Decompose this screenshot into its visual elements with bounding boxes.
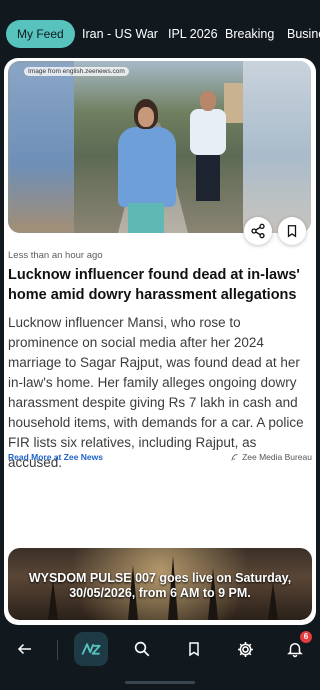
tab-my-feed[interactable]: My Feed	[6, 20, 75, 48]
gesture-handle	[125, 681, 195, 684]
article-summary: Lucknow influencer Mansi, who rose to pr…	[8, 315, 304, 470]
notifications-icon	[287, 643, 303, 658]
bottom-navigation: 6	[0, 626, 320, 690]
article-image: Image from english.zeenews.com	[8, 61, 311, 233]
bookmark-icon	[287, 225, 297, 238]
image-blur-right	[243, 61, 311, 233]
share-icon	[251, 223, 265, 239]
image-blur-left	[8, 61, 76, 233]
article-card[interactable]: Image from english.zeenews.com Less than…	[4, 58, 316, 625]
source-label: Zee Media Bureau	[242, 452, 312, 462]
article-source: Zee Media Bureau	[230, 452, 312, 462]
app-logo-icon	[81, 643, 101, 655]
image-woman	[116, 99, 178, 233]
back-icon	[17, 643, 31, 655]
read-more-link[interactable]: Read More at Zee News	[8, 452, 103, 462]
tab-iran-us-war[interactable]: Iran - US War	[82, 20, 158, 48]
settings-icon	[237, 641, 253, 657]
tab-ipl-2026[interactable]: IPL 2026	[168, 20, 218, 48]
home-button[interactable]	[74, 632, 108, 666]
bookmark-icon	[189, 642, 199, 657]
settings-button[interactable]	[228, 632, 262, 666]
feather-icon	[231, 453, 238, 461]
nav-divider	[57, 640, 58, 660]
bookmarks-button[interactable]	[177, 632, 211, 666]
search-button[interactable]	[125, 632, 159, 666]
article-timestamp: Less than an hour ago	[8, 250, 103, 261]
article-headline[interactable]: Lucknow influencer found dead at in-laws…	[8, 265, 310, 305]
tab-breaking[interactable]: Breaking	[225, 20, 274, 48]
share-button[interactable]	[244, 217, 272, 245]
back-button[interactable]	[8, 632, 42, 666]
image-man	[188, 91, 228, 201]
promo-banner[interactable]: WYSDOM PULSE 007 goes live on Saturday, …	[8, 548, 312, 620]
category-tab-bar: My Feed Iran - US War IPL 2026 Breaking …	[0, 0, 320, 62]
search-icon	[134, 641, 150, 657]
image-credit: Image from english.zeenews.com	[24, 67, 129, 76]
bookmark-article-button[interactable]	[278, 217, 306, 245]
tab-business[interactable]: Busine	[287, 20, 320, 48]
notification-count-badge: 6	[300, 631, 312, 643]
notifications-button[interactable]: 6	[278, 631, 312, 666]
promo-text: WYSDOM PULSE 007 goes live on Saturday, …	[28, 571, 292, 600]
